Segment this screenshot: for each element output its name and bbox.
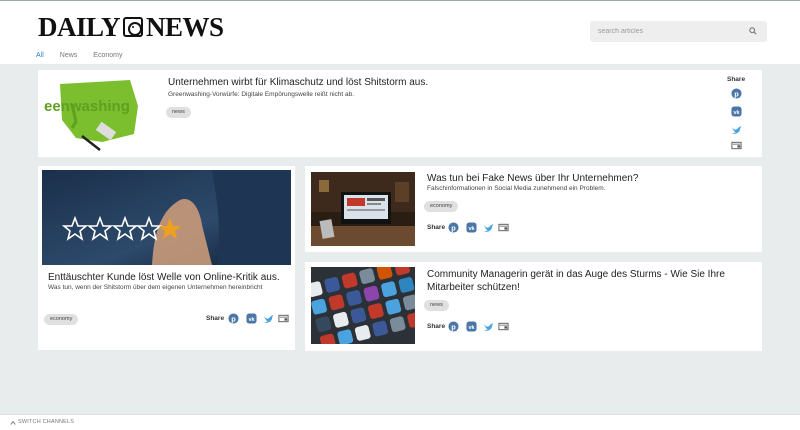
switch-channels-bar[interactable]: SWITCH CHANNELS [0,414,800,430]
email-icon[interactable] [278,313,289,324]
social-apps-image [311,267,415,344]
pinterest-icon[interactable]: p [228,313,239,324]
vk-icon[interactable]: vk [246,313,257,324]
pinterest-icon[interactable]: p [448,222,459,233]
article-card-fake-news[interactable]: Was tun bei Fake News über Ihr Unternehm… [305,166,762,252]
search-icon[interactable] [749,27,757,35]
rating-image [42,170,291,265]
twitter-icon[interactable] [483,321,494,332]
search-box [590,21,767,42]
email-icon[interactable] [498,321,509,332]
article-title[interactable]: Community Managerin gerät in das Auge de… [427,268,727,294]
vk-icon[interactable]: vk [466,222,477,233]
pinterest-icon[interactable]: p [448,321,459,332]
article-card-online-kritik[interactable]: Enttäuschter Kunde löst Welle von Online… [38,166,295,350]
tag-economy[interactable]: economy [424,201,459,212]
share-label: Share [427,224,446,231]
tag-news[interactable]: news [424,300,449,311]
greenwashing-image-text: eenwashing [44,98,130,115]
svg-text:vk: vk [468,226,475,232]
top-bar: DAILY NEWS All News Economy [0,0,800,64]
channel-tabs: All News Economy [36,52,122,59]
tab-economy[interactable]: Economy [93,52,122,59]
article-card-community-managerin[interactable]: Community Managerin gerät in das Auge de… [305,262,762,351]
vk-icon[interactable]: vk [466,321,477,332]
svg-text:p: p [231,314,236,323]
vk-icon[interactable]: vk [731,106,742,117]
tab-all[interactable]: All [36,52,44,59]
pinterest-icon[interactable]: p [731,88,742,99]
tab-news[interactable]: News [60,52,78,59]
twitter-icon[interactable] [731,124,742,135]
chevron-up-icon [10,420,16,425]
email-icon[interactable] [498,222,509,233]
greenwashing-image: eenwashing [42,76,152,154]
share-label: Share [206,315,225,322]
twitter-icon[interactable] [483,222,494,233]
article-subtitle: Greenwashing-Vorwürfe: Digitale Empörung… [168,91,355,98]
article-subtitle: Was tun, wenn der Shitstorm über dem eig… [48,284,263,291]
svg-text:vk: vk [468,325,475,331]
switch-channels-label: SWITCH CHANNELS [18,419,75,425]
tag-economy[interactable]: economy [44,314,79,325]
svg-text:vk: vk [248,317,255,323]
fake-news-image [311,172,415,246]
logo-text-right: NEWS [146,11,224,42]
logo-text-left: DAILY [38,11,121,42]
svg-text:p: p [734,89,739,98]
svg-text:p: p [451,322,456,331]
search-input[interactable] [598,24,738,39]
logo[interactable]: DAILY NEWS [38,11,224,42]
logo-mark-icon [123,17,144,37]
twitter-icon[interactable] [263,313,274,324]
svg-text:p: p [451,223,456,232]
share-label: Share [427,323,446,330]
article-subtitle: Falschinformationen in Social Media zune… [427,185,606,192]
tag-news[interactable]: news [166,107,191,118]
article-title[interactable]: Unternehmen wirbt für Klimaschutz und lö… [168,76,608,89]
article-card-greenwashing[interactable]: eenwashing Unternehmen wirbt für Klimasc… [38,70,762,157]
svg-text:vk: vk [733,110,740,116]
email-icon[interactable] [731,140,742,151]
share-label: Share [727,76,746,83]
